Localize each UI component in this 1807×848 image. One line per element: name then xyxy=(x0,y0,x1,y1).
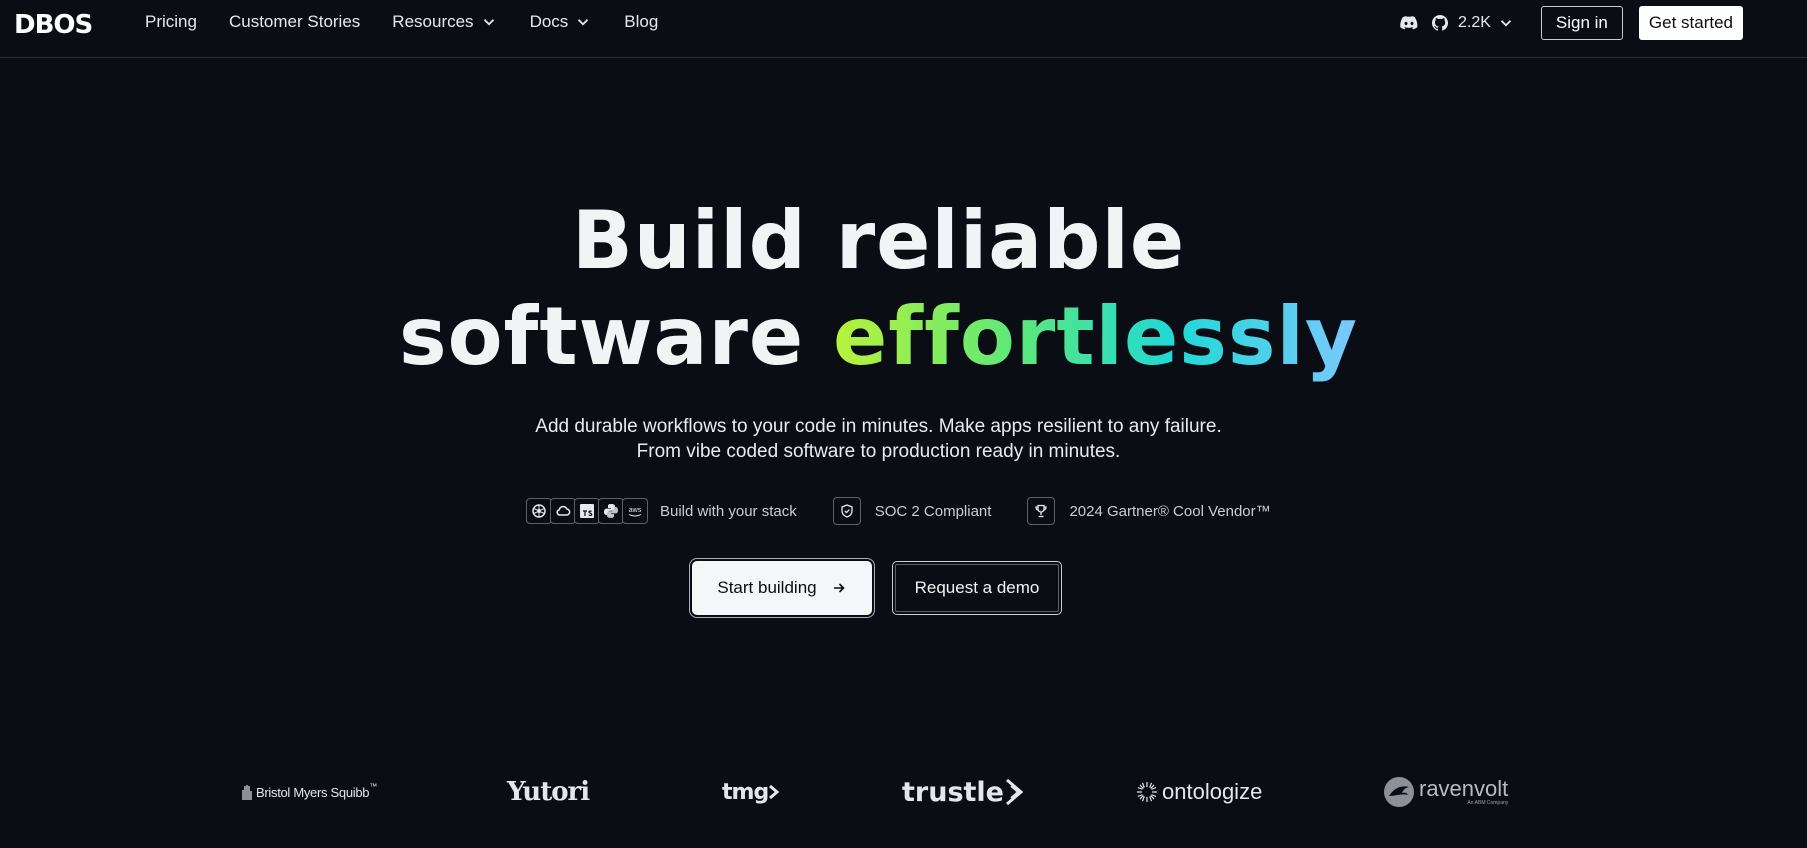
github-link[interactable]: 2.2K xyxy=(1432,14,1515,32)
chevron-down-icon xyxy=(578,19,589,26)
github-icon xyxy=(1432,15,1448,31)
get-started-button[interactable]: Get started xyxy=(1638,6,1743,40)
nav-blog-label: Blog xyxy=(624,12,659,31)
hero-subtitle: Add durable workflows to your code in mi… xyxy=(0,414,1757,464)
start-building-label: Start building xyxy=(717,578,817,597)
badge-stack-label: Build with your stack xyxy=(660,502,797,520)
chevron-down-icon xyxy=(483,19,494,26)
discord-link[interactable] xyxy=(1400,16,1418,30)
hero-subtitle-line1: Add durable workflows to your code in mi… xyxy=(535,416,1222,437)
nav-pricing-label: Pricing xyxy=(145,12,197,31)
customer-logos: Bristol Myers Squibb ™ Yutori tmg trustle… xyxy=(0,770,1807,814)
bms-wordmark: Bristol Myers Squibb xyxy=(256,784,370,800)
tmg-logo: tmg xyxy=(722,770,780,814)
hero-cta-group: Start building Request a demo xyxy=(692,561,1062,615)
github-star-count-value: 2.2K xyxy=(1457,14,1491,31)
bristol-myers-squibb-logo: Bristol Myers Squibb ™ xyxy=(241,770,377,814)
ravenvolt-text: ravenvolt An ABM Company xyxy=(1419,776,1509,807)
start-building-button[interactable]: Start building xyxy=(692,561,872,615)
svg-text:aws: aws xyxy=(629,507,642,514)
badge-gartner-label: 2024 Gartner® Cool Vendor™ xyxy=(1069,502,1271,520)
sign-in-button[interactable]: Sign in xyxy=(1540,6,1623,40)
stack-icons: aws xyxy=(526,498,648,524)
ravenvolt-wordmark: ravenvolt xyxy=(1419,776,1509,801)
request-demo-label: Request a demo xyxy=(914,578,1040,597)
chevron-down-icon xyxy=(1500,20,1512,27)
aws-icon: aws xyxy=(622,498,648,524)
nav-actions: 2.2K Sign in Get started xyxy=(1400,6,1743,40)
chevron-right-icon xyxy=(769,784,780,800)
cloud-icon xyxy=(550,498,576,524)
nav-docs-label: Docs xyxy=(529,12,569,31)
nav-links: Pricing Customer Stories Resources Docs … xyxy=(145,0,690,44)
hero-title: Build reliable software effortlessly xyxy=(0,193,1757,385)
yutori-logo: Yutori xyxy=(507,770,590,814)
trophy-icon xyxy=(1027,497,1056,525)
shield-icon xyxy=(832,497,861,525)
bms-trademark: ™ xyxy=(369,782,378,791)
hand-icon xyxy=(242,785,252,800)
hero-badges: aws Build with your stack SOC 2 Complian… xyxy=(526,496,1307,526)
kubernetes-icon xyxy=(526,498,552,524)
ontologize-logo: ontologize xyxy=(1136,770,1262,814)
trustle-logo: trustle xyxy=(902,770,1026,814)
yutori-wordmark: Yutori xyxy=(507,777,590,807)
nav-customer-stories[interactable]: Customer Stories xyxy=(229,12,360,32)
arrow-right-icon xyxy=(833,583,845,593)
top-navigation: DBOS Pricing Customer Stories Resources … xyxy=(0,0,1807,58)
badge-soc2-label: SOC 2 Compliant xyxy=(874,502,992,520)
ravenvolt-subtitle: An ABM Company xyxy=(1467,800,1509,806)
request-demo-button[interactable]: Request a demo xyxy=(892,561,1062,615)
nav-customer-stories-label: Customer Stories xyxy=(228,12,361,31)
nav-blog[interactable]: Blog xyxy=(624,12,658,32)
nav-resources-label: Resources xyxy=(392,12,474,31)
raven-icon xyxy=(1384,777,1414,807)
hero-title-line1: Build reliable xyxy=(571,194,1186,287)
typescript-icon xyxy=(574,498,600,524)
ravenvolt-logo: ravenvolt An ABM Company xyxy=(1383,770,1508,814)
trustle-arrow-icon xyxy=(1006,778,1024,806)
python-icon xyxy=(598,498,624,524)
nav-docs-dropdown[interactable]: Docs xyxy=(530,12,593,32)
dbos-logo[interactable]: DBOS xyxy=(14,10,93,40)
hero-title-gradient-word: effortlessly xyxy=(833,290,1359,383)
ontologize-wordmark: ontologize xyxy=(1162,779,1263,804)
trustle-wordmark: trustle xyxy=(902,776,1004,808)
nav-resources-dropdown[interactable]: Resources xyxy=(392,12,497,32)
discord-icon xyxy=(1400,16,1418,30)
tmg-wordmark: tmg xyxy=(722,779,769,805)
github-star-count: 2.2K xyxy=(1458,14,1515,32)
hero-title-line2-plain: software xyxy=(398,290,834,383)
hero-subtitle-line2: From vibe coded software to production r… xyxy=(636,441,1121,462)
ontologize-burst-icon xyxy=(1137,782,1157,802)
nav-pricing[interactable]: Pricing xyxy=(145,12,197,32)
